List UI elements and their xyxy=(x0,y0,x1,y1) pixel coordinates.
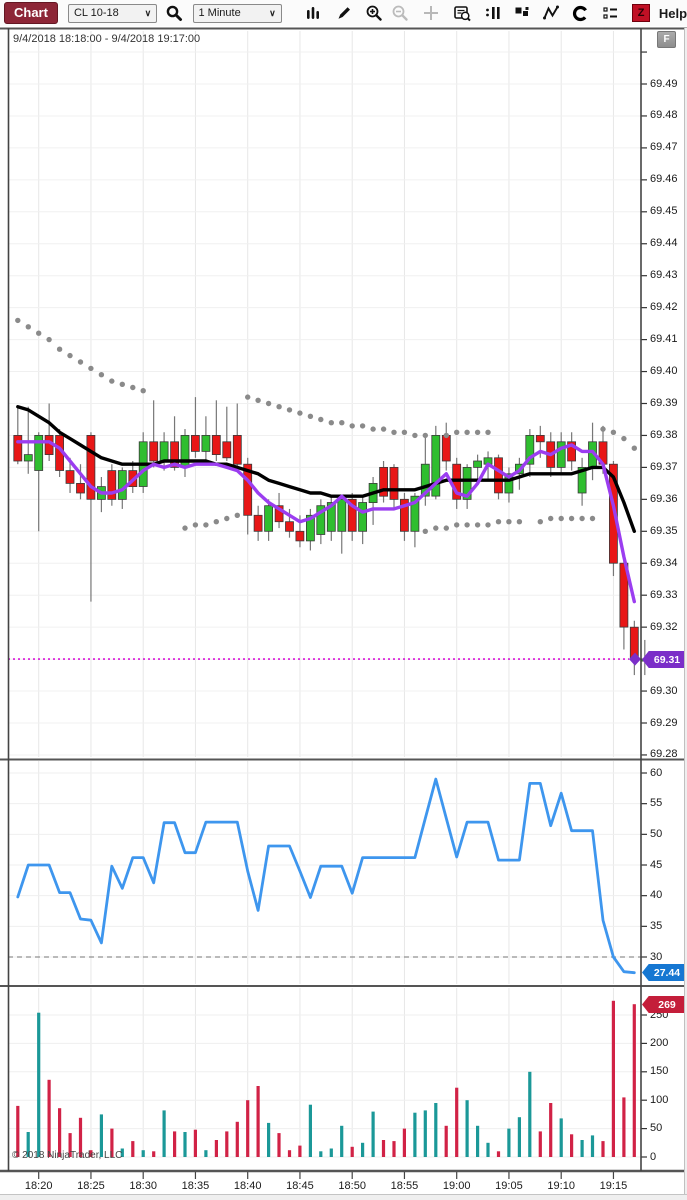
price-axis-label: 69.48 xyxy=(650,109,678,122)
time-axis-label: 18:35 xyxy=(181,1180,210,1192)
price-axis-label: 69.44 xyxy=(650,237,678,250)
time-axis-label: 18:40 xyxy=(233,1180,262,1192)
momentum-axis-label: 60 xyxy=(650,766,663,779)
volume-axis-label: 150 xyxy=(650,1065,669,1078)
price-axis-label: 69.33 xyxy=(650,588,678,601)
price-axis-label: 69.29 xyxy=(650,716,678,729)
price-axis-label: 69.46 xyxy=(650,173,678,186)
last-price-tag: 69.31 xyxy=(642,651,687,668)
momentum-value-tag: 27.44 xyxy=(642,964,687,981)
time-axis-label: 19:15 xyxy=(599,1180,628,1192)
price-axis-label: 69.43 xyxy=(650,269,678,282)
momentum-axis-label: 35 xyxy=(650,919,663,932)
price-axis-label: 69.41 xyxy=(650,333,678,346)
price-axis-label: 69.40 xyxy=(650,365,678,378)
time-axis-label: 19:00 xyxy=(442,1180,471,1192)
volume-value-tag: 269 xyxy=(642,996,687,1013)
time-axis-label: 18:30 xyxy=(129,1180,157,1192)
price-axis-label: 69.30 xyxy=(650,684,678,697)
time-axis-label: 18:50 xyxy=(338,1180,366,1192)
price-axis-label: 69.36 xyxy=(650,492,678,505)
momentum-axis-label: 55 xyxy=(650,797,663,810)
price-axis-label: 69.35 xyxy=(650,524,678,537)
price-axis-label: 69.39 xyxy=(650,397,678,409)
price-axis-label: 69.37 xyxy=(650,460,678,473)
price-axis-label: 69.45 xyxy=(650,205,678,218)
bottom-edge-strip xyxy=(0,1194,687,1200)
plot-area[interactable] xyxy=(8,28,641,1171)
volume-axis-label: 200 xyxy=(650,1036,669,1049)
time-axis-label: 19:10 xyxy=(547,1180,575,1192)
focus-button[interactable]: F xyxy=(657,31,676,48)
momentum-axis-label: 30 xyxy=(650,950,663,963)
price-axis-label: 69.49 xyxy=(650,77,678,90)
time-axis-label: 18:45 xyxy=(286,1180,314,1192)
volume-axis-label: 0 xyxy=(650,1150,657,1163)
price-axis-label: 69.38 xyxy=(650,428,678,441)
time-axis-label: 18:55 xyxy=(390,1180,419,1192)
time-axis-label: 18:20 xyxy=(24,1180,53,1192)
chart-area: 69.49 69.48 69.47 69.46 69.45 69.44 69.43 69.42… xyxy=(0,0,687,1200)
price-axis-label: 69.32 xyxy=(650,620,678,633)
momentum-axis-label: 45 xyxy=(650,858,663,871)
time-axis-label: 18:25 xyxy=(77,1180,105,1192)
chart-window: Chart CL 10-18 ∨ 1 Minute ∨ Z Help 69.49… xyxy=(0,0,687,1200)
price-axis-label: 69.47 xyxy=(650,141,678,154)
price-axis-label: 69.28 xyxy=(650,748,678,761)
price-axis-label: 69.42 xyxy=(650,301,678,314)
volume-axis-label: 50 xyxy=(650,1122,663,1135)
price-axis-label: 69.34 xyxy=(650,556,678,569)
momentum-axis-label: 50 xyxy=(650,827,663,840)
volume-axis-label: 100 xyxy=(650,1093,669,1106)
time-axis-label: 19:05 xyxy=(495,1180,523,1192)
momentum-axis-label: 40 xyxy=(650,889,663,902)
